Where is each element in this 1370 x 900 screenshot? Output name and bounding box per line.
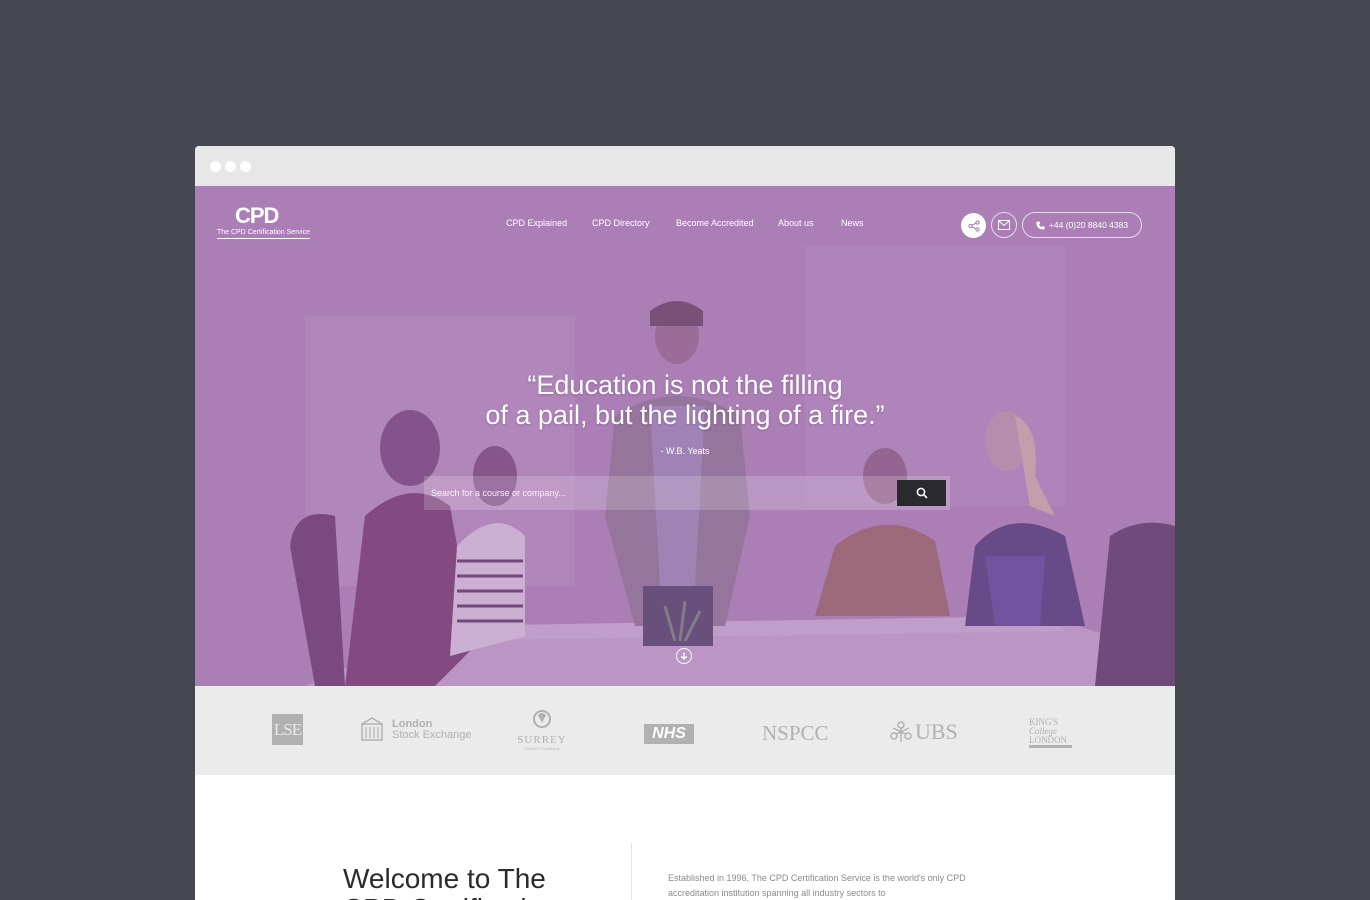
cpd-logo[interactable]: CPD The CPD Certification Service [217, 204, 310, 239]
window-dot [210, 161, 221, 172]
share-icon [967, 219, 980, 232]
email-button[interactable] [991, 212, 1017, 238]
welcome-section: Welcome to The CPD Certification Establi… [195, 775, 1175, 900]
scroll-down-button[interactable] [676, 648, 692, 664]
nhs-logo: NHS [644, 724, 694, 744]
welcome-title: Welcome to The CPD Certification [343, 863, 558, 900]
nav-about-us[interactable]: About us [778, 218, 814, 228]
nav-news[interactable]: News [841, 218, 864, 228]
search-button[interactable] [897, 480, 946, 506]
lseb-line-2: Stock Exchange [392, 729, 472, 741]
quote-line-2: of a pail, but the lighting of a fire.” [485, 400, 885, 430]
surrey-logo: SURREY COUNTY COUNCIL [517, 709, 567, 751]
london-stock-exchange-logo: London Stock Exchange [358, 716, 472, 744]
window-dot [225, 161, 236, 172]
section-divider [631, 843, 632, 900]
browser-titlebar [195, 146, 1175, 186]
meeting-photo [195, 186, 1175, 686]
logo-subtitle: The CPD Certification Service [217, 228, 310, 239]
surrey-subtitle: COUNTY COUNCIL [524, 746, 560, 751]
lse-logo: LSE [272, 714, 303, 745]
oak-emblem-icon [533, 710, 551, 728]
arrow-down-icon [680, 652, 688, 660]
hero-quote: “Education is not the filling of a pail,… [195, 370, 1175, 430]
keys-icon [890, 721, 912, 742]
partner-logos: LSE London Stock Exchange SURREY COUNTY … [195, 686, 1175, 775]
phone-number: +44 (0)20 8840 4383 [1048, 220, 1129, 230]
kings-college-logo: KING'S College LONDON [1029, 718, 1072, 748]
search-icon [916, 487, 928, 499]
phone-button[interactable]: +44 (0)20 8840 4383 [1022, 212, 1142, 238]
nav-cpd-explained[interactable]: CPD Explained [506, 218, 567, 228]
nav-become-accredited[interactable]: Become Accredited [676, 218, 754, 228]
crest-icon [361, 717, 383, 741]
phone-icon [1036, 220, 1045, 230]
kings-line-3: LONDON [1029, 735, 1067, 745]
search-bar [424, 476, 950, 510]
logo-mark: CPD [235, 203, 279, 228]
search-input[interactable] [424, 476, 894, 510]
welcome-intro: Established in 1996, The CPD Certificati… [668, 873, 966, 898]
quote-line-1: “Education is not the filling [527, 370, 843, 400]
quote-author: - W.B. Yeats [660, 446, 710, 456]
hero-section: CPD The CPD Certification Service CPD Ex… [195, 186, 1175, 686]
browser-window: CPD The CPD Certification Service CPD Ex… [195, 146, 1175, 900]
surrey-name: SURREY [517, 734, 567, 746]
mail-icon [998, 220, 1010, 230]
share-button[interactable] [961, 213, 986, 238]
ubs-logo: UBS [889, 719, 958, 745]
nav-cpd-directory[interactable]: CPD Directory [592, 218, 650, 228]
window-dot [240, 161, 251, 172]
ubs-name: UBS [915, 719, 958, 744]
nspcc-logo: NSPCC [762, 721, 829, 745]
